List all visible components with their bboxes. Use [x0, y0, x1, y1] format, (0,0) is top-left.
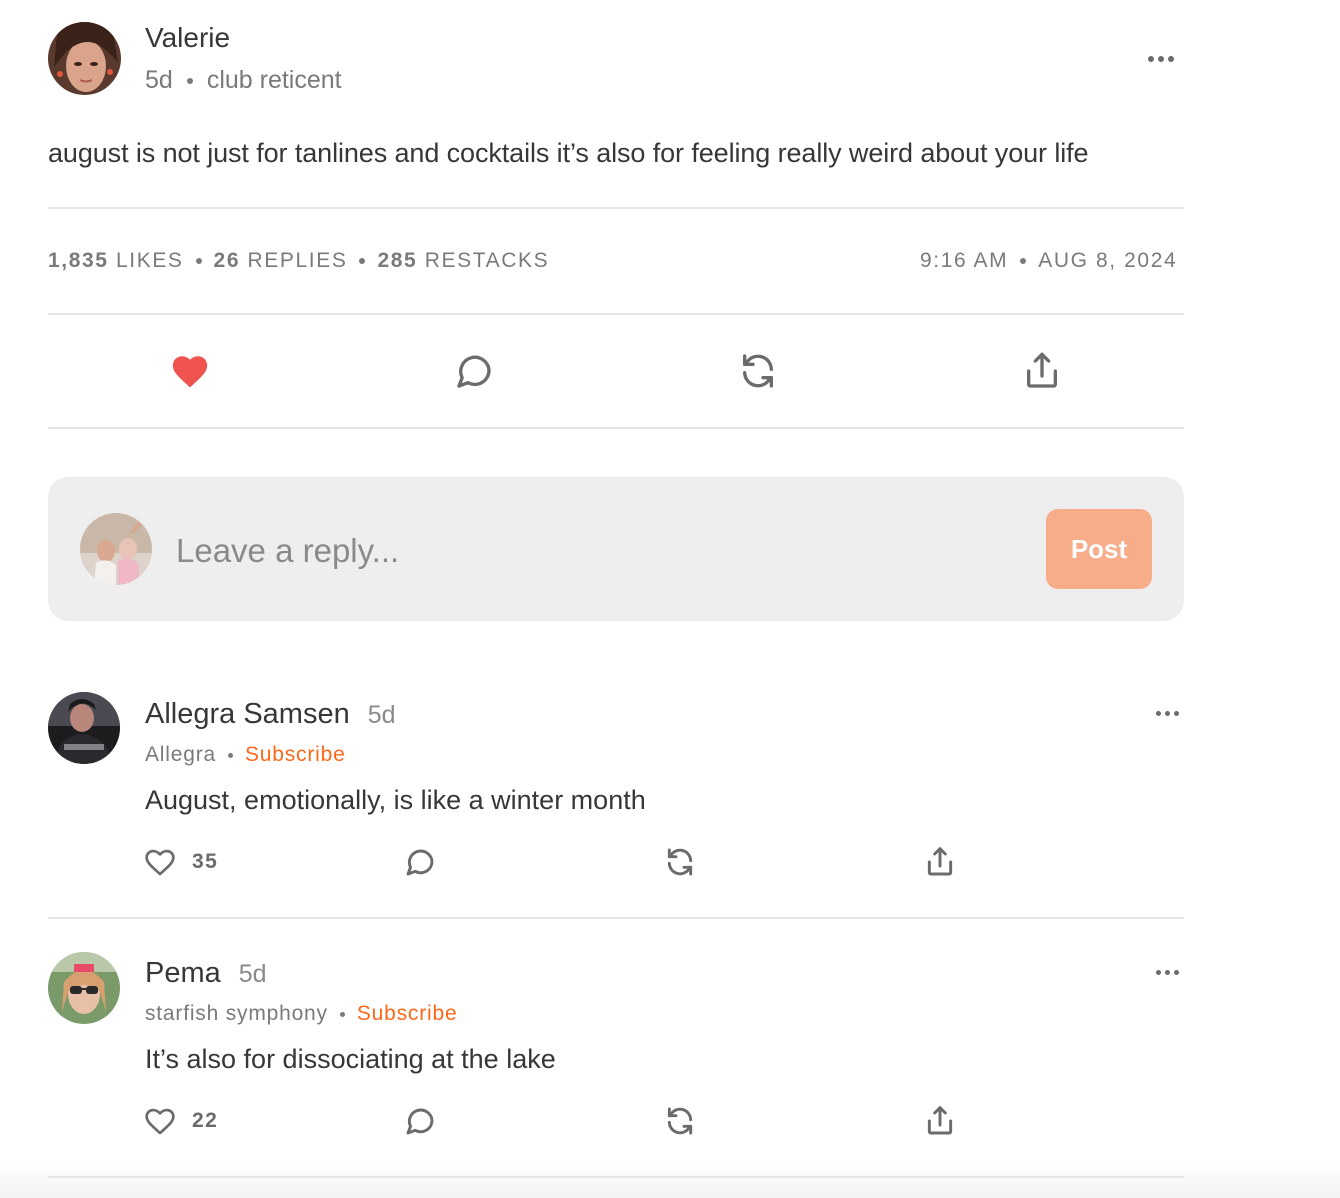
share-icon — [927, 847, 953, 876]
post-timestamp: 9:16 AM AUG 8, 2024 — [920, 249, 1177, 273]
post-stats: 1,835 LIKES 26 REPLIES 285 RESTACKS — [48, 249, 549, 273]
like-button[interactable] — [160, 341, 220, 401]
heart-filled-icon — [172, 356, 208, 388]
comment-bubble-icon — [457, 355, 491, 388]
comment-bubble-icon — [406, 1108, 434, 1135]
commenter-avatar[interactable] — [48, 952, 120, 1024]
divider — [48, 427, 1184, 429]
likes-count[interactable]: 1,835 — [48, 249, 109, 273]
current-user-avatar — [80, 513, 152, 585]
separator-dot — [186, 77, 193, 84]
comment-like-count: 35 — [192, 850, 219, 873]
divider — [48, 1176, 1184, 1178]
restack-button[interactable] — [728, 341, 788, 401]
replies-label[interactable]: REPLIES — [248, 249, 348, 273]
share-icon — [927, 1106, 953, 1135]
post-reply-button[interactable]: Post — [1046, 509, 1152, 589]
comment-bubble-icon — [406, 849, 434, 876]
author-avatar[interactable] — [48, 22, 121, 95]
post-time: 9:16 AM — [920, 249, 1009, 272]
commenter-publication[interactable]: Allegra — [145, 743, 216, 767]
subscribe-link[interactable]: Subscribe — [357, 1002, 458, 1026]
commenter-publication[interactable]: starfish symphony — [145, 1002, 328, 1026]
commenter-avatar[interactable] — [48, 692, 120, 764]
comment-restack-button[interactable] — [664, 840, 696, 884]
comment-share-button[interactable] — [924, 1099, 956, 1143]
replies-count[interactable]: 26 — [214, 249, 241, 273]
comment-restack-button[interactable] — [664, 1099, 696, 1143]
heart-outline-icon — [145, 1108, 175, 1135]
separator-dot — [339, 1011, 345, 1017]
restack-icon — [667, 1107, 693, 1135]
post-date: AUG 8, 2024 — [1038, 249, 1178, 272]
reply-input[interactable] — [176, 526, 1016, 576]
more-options-icon[interactable] — [1148, 56, 1174, 62]
comment-age: 5d — [238, 960, 267, 988]
comment-share-button[interactable] — [924, 840, 956, 884]
comment-reply-button[interactable] — [404, 1099, 436, 1143]
more-options-icon[interactable] — [1156, 970, 1179, 975]
commenter-name-row: Pema 5d — [145, 957, 267, 990]
restack-icon — [667, 848, 693, 876]
publication-name[interactable]: club reticent — [207, 66, 342, 95]
commenter-meta: Allegra Subscribe — [145, 743, 346, 767]
scroll-fade — [0, 1160, 1340, 1198]
separator-dot — [195, 258, 202, 264]
restacks-count[interactable]: 285 — [377, 249, 417, 273]
commenter-name-row: Allegra Samsen 5d — [145, 698, 396, 731]
divider — [48, 313, 1184, 315]
commenter-name[interactable]: Allegra Samsen — [145, 698, 350, 731]
commenter-name[interactable]: Pema — [145, 957, 221, 990]
comment-like-button[interactable]: 35 — [144, 840, 218, 884]
share-button[interactable] — [1012, 341, 1072, 401]
post-body: august is not just for tanlines and cock… — [48, 138, 1089, 168]
author-name[interactable]: Valerie — [145, 22, 230, 54]
divider — [48, 207, 1184, 209]
restacks-label[interactable]: RESTACKS — [425, 249, 549, 273]
heart-outline-icon — [145, 849, 175, 876]
comment-body: August, emotionally, is like a winter mo… — [145, 785, 646, 815]
author-meta: 5d club reticent — [145, 66, 342, 95]
restack-icon — [743, 354, 773, 388]
comment-body: It’s also for dissociating at the lake — [145, 1044, 556, 1074]
divider — [48, 917, 1184, 919]
share-icon — [1027, 352, 1057, 388]
comment-like-count: 22 — [192, 1109, 219, 1132]
comment-reply-button[interactable] — [404, 840, 436, 884]
separator-dot — [1020, 258, 1027, 264]
more-options-icon[interactable] — [1156, 711, 1179, 716]
separator-dot — [227, 752, 233, 758]
separator-dot — [359, 258, 366, 264]
reply-button[interactable] — [444, 341, 504, 401]
comment-age: 5d — [367, 701, 396, 729]
comment-like-button[interactable]: 22 — [144, 1099, 218, 1143]
likes-label[interactable]: LIKES — [116, 249, 184, 273]
post-age: 5d — [145, 66, 173, 94]
commenter-meta: starfish symphony Subscribe — [145, 1002, 457, 1026]
subscribe-link[interactable]: Subscribe — [245, 743, 346, 767]
